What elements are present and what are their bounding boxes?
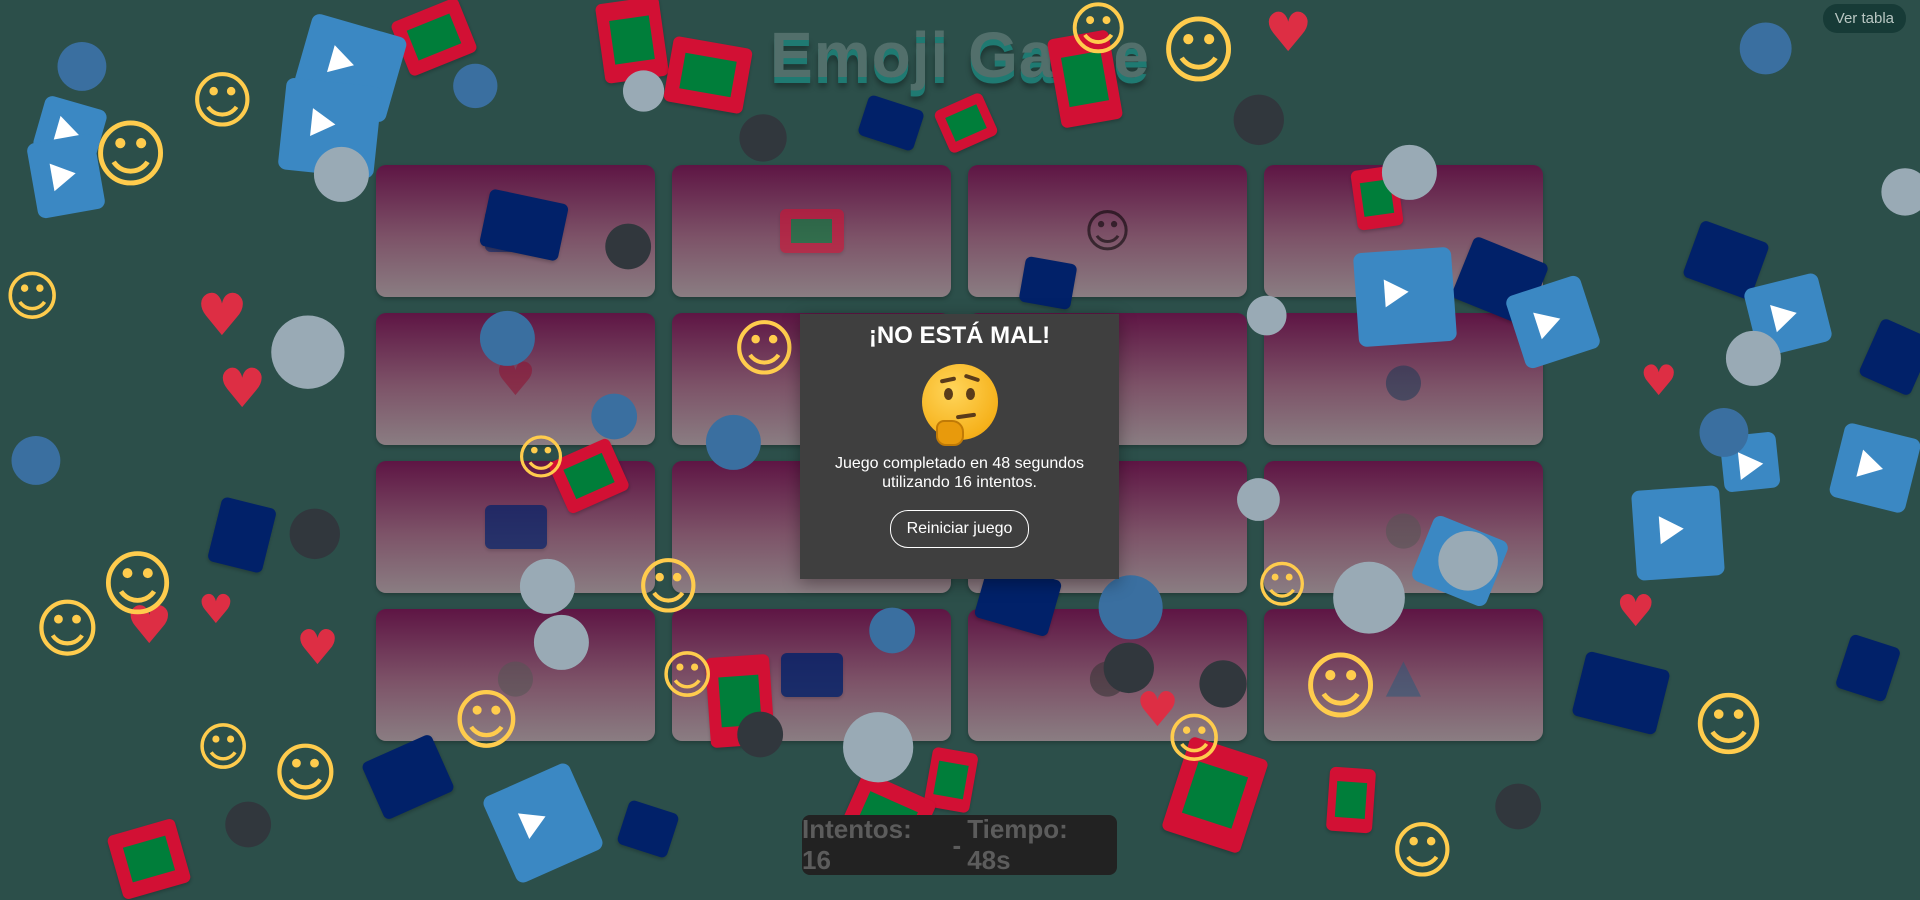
fast-forward-button-icon <box>1719 431 1781 493</box>
fast-forward-button-icon <box>1827 421 1920 515</box>
person-with-veil-icon: ☺ <box>4 265 61 328</box>
maldives-flag-icon <box>106 817 192 900</box>
elephant-icon: ● <box>266 288 350 400</box>
anguilla-flag-icon <box>1018 255 1078 311</box>
dialog-title: ¡NO ESTÁ MAL! <box>868 322 1051 349</box>
card[interactable]: ● <box>968 609 1247 741</box>
anguilla-flag-icon <box>1571 650 1671 736</box>
anguilla-flag-icon <box>484 505 547 549</box>
red-heart-icon: ♥ <box>296 620 340 676</box>
game-complete-dialog: ¡NO ESTÁ MAL! Juego completado en 48 seg… <box>800 314 1119 579</box>
maldives-flag-icon <box>1160 735 1270 855</box>
blue-bird-icon: ● <box>8 419 64 493</box>
elephant-icon: ● <box>1383 500 1424 554</box>
person-with-veil-icon: ☺ <box>1692 684 1765 766</box>
red-heart-icon: ♥ <box>1616 586 1656 637</box>
card[interactable]: ♥ <box>376 313 655 445</box>
anguilla-flag-icon <box>616 799 680 859</box>
red-heart-icon: ♥ <box>1640 356 1678 405</box>
card[interactable]: ● <box>1264 461 1543 593</box>
person-with-veil-icon: ☺ <box>92 112 170 198</box>
status-separator: - <box>952 829 962 860</box>
water-buffalo-icon: ● <box>1087 648 1128 702</box>
dialog-message: Juego completado en 48 segundos utilizan… <box>834 455 1085 491</box>
fast-up-button-icon: ▲ <box>1385 648 1422 702</box>
maldives-flag-icon <box>662 35 754 115</box>
maldives-flag-icon <box>704 653 776 749</box>
red-heart-icon: ♥ <box>494 352 537 406</box>
anguilla-flag-icon <box>206 496 278 574</box>
person-with-veil-icon: ☺ <box>196 718 251 778</box>
red-heart-icon: ♥ <box>126 596 173 656</box>
maldives-flag-icon <box>1325 766 1377 834</box>
anguilla-flag-icon <box>780 653 843 697</box>
water-buffalo-icon: ● <box>1492 767 1545 837</box>
person-with-veil-icon: ☺ <box>100 542 176 626</box>
red-heart-icon: ♥ <box>196 281 248 349</box>
card[interactable]: ☺ <box>968 165 1247 297</box>
card[interactable] <box>672 165 951 297</box>
person-with-veil-icon: ☺ <box>1390 814 1455 887</box>
thinking-face-icon <box>921 364 998 446</box>
anguilla-flag-icon <box>856 94 926 152</box>
maldives-flag-icon <box>1350 165 1404 231</box>
elapsed-time: Tiempo: 48s <box>967 814 1068 875</box>
elephant-icon: ● <box>495 648 536 702</box>
card[interactable]: ▲ <box>1264 609 1543 741</box>
view-leaderboard-button[interactable]: Ver tabla <box>1822 4 1906 33</box>
restart-game-button[interactable]: Reiniciar juego <box>889 510 1030 548</box>
fast-forward-button-icon <box>1742 271 1834 359</box>
red-heart-icon: ♥ <box>218 357 267 420</box>
attempts-counter: Intentos: 16 <box>802 814 912 875</box>
elephant-icon: ● <box>1878 150 1920 223</box>
maldives-flag-icon <box>594 0 670 85</box>
water-buffalo-icon: ● <box>286 490 344 567</box>
person-with-veil-icon: ☺ <box>272 737 339 811</box>
water-buffalo-icon: ● <box>222 785 275 855</box>
game-status-bar: Intentos: 16 - Tiempo: 48s <box>802 814 1117 875</box>
person-with-veil-icon: ☺ <box>1083 204 1132 258</box>
maldives-flag-icon <box>779 209 844 253</box>
fast-forward-button-icon <box>480 760 606 886</box>
water-buffalo-icon: ● <box>736 96 791 169</box>
red-heart-icon: ♥ <box>198 587 234 633</box>
person-with-veil-icon: ☺ <box>34 593 101 667</box>
anguilla-flag-icon <box>360 733 456 821</box>
fast-forward-button-icon <box>277 77 383 179</box>
card[interactable]: ● <box>376 609 655 741</box>
fast-up-button-icon <box>1352 246 1458 348</box>
fast-forward-button-icon <box>1630 485 1726 581</box>
anguilla-flag-icon <box>1857 317 1920 397</box>
maldives-flag-icon <box>932 91 1000 155</box>
speaking-head-icon: ● <box>1383 352 1424 406</box>
fast-forward-button-icon <box>25 132 107 220</box>
anguilla-flag-icon <box>1834 633 1902 703</box>
